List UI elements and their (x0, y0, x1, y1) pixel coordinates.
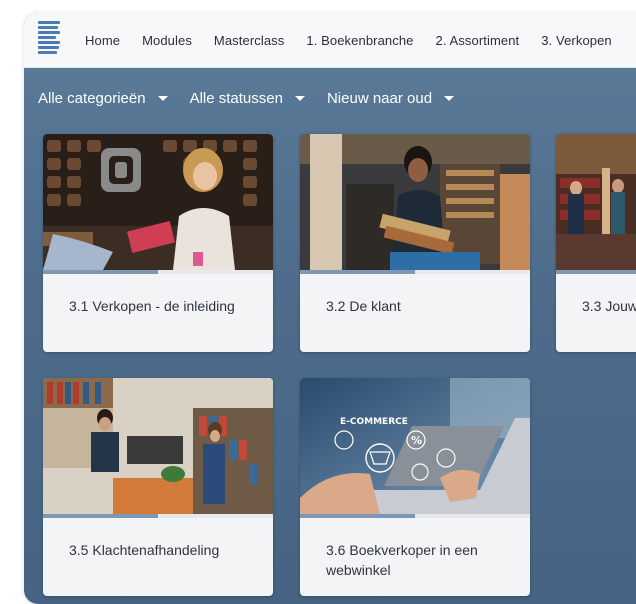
percent-label: % (411, 434, 422, 447)
module-card-3-5[interactable]: 3.5 Klachtenafhandeling (43, 378, 273, 596)
card-progress-bar (43, 270, 273, 274)
card-progress-bar (300, 514, 530, 518)
filter-bar: Alle categorieën Alle statussen Nieuw na… (38, 86, 476, 110)
card-progress-fill (43, 270, 158, 274)
card-progress-fill (300, 514, 415, 518)
card-progress-fill (556, 270, 636, 274)
card-progress-bar (43, 514, 273, 518)
card-progress-fill (300, 270, 415, 274)
card-progress-bar (556, 270, 636, 274)
module-card-3-3[interactable]: 3.3 Jouw rol als boekverkoper (556, 134, 636, 352)
chevron-down-icon (157, 95, 168, 101)
module-card-3-6[interactable]: E-COMMERCE % 3.6 Boekverkoper in een web… (300, 378, 530, 596)
chevron-down-icon (294, 95, 305, 101)
nav-item-verkopen[interactable]: 3. Verkopen (541, 33, 612, 48)
chevron-down-icon (444, 95, 455, 101)
logo-icon[interactable] (38, 21, 60, 55)
main-nav: Home Modules Masterclass 1. Boekenbranch… (85, 12, 634, 68)
card-title: 3.2 De klant (326, 298, 401, 314)
card-photo-customer-books (300, 134, 530, 270)
app-window: Home Modules Masterclass 1. Boekenbranch… (24, 12, 636, 604)
card-progress-bar (300, 270, 530, 274)
nav-item-boekenbranche[interactable]: 1. Boekenbranche (306, 33, 413, 48)
card-progress-fill (43, 514, 158, 518)
nav-item-home[interactable]: Home (85, 33, 120, 48)
card-photo-bookstore-interior (556, 134, 636, 270)
status-filter-dropdown[interactable]: Alle statussen (190, 90, 305, 107)
nav-item-modules[interactable]: Modules (142, 33, 192, 48)
card-title: 3.1 Verkopen - de inleiding (69, 298, 235, 314)
ecommerce-label: E-COMMERCE (340, 417, 408, 427)
status-filter-label: Alle statussen (189, 89, 283, 107)
card-photo-bookstore-checkout (43, 134, 273, 270)
card-title: 3.6 Boekverkoper in een webwinkel (326, 542, 478, 578)
module-card-3-1[interactable]: 3.1 Verkopen - de inleiding (43, 134, 273, 352)
card-title: 3.5 Klachtenafhandeling (69, 542, 220, 558)
sort-label: Nieuw naar oud (326, 89, 433, 107)
module-card-3-2[interactable]: 3.2 De klant (300, 134, 530, 352)
category-filter-dropdown[interactable]: Alle categorieën (38, 90, 168, 107)
category-filter-label: Alle categorieën (38, 89, 146, 107)
top-navigation-bar: Home Modules Masterclass 1. Boekenbranch… (24, 12, 636, 68)
nav-item-assortiment[interactable]: 2. Assortiment (436, 33, 520, 48)
sort-dropdown[interactable]: Nieuw naar oud (326, 89, 455, 107)
nav-item-masterclass[interactable]: Masterclass (214, 33, 284, 48)
card-title: 3.3 Jouw rol als boekverkoper (582, 298, 636, 314)
card-photo-office-bookshop (43, 378, 273, 514)
card-photo-ecommerce: E-COMMERCE % (300, 378, 530, 514)
